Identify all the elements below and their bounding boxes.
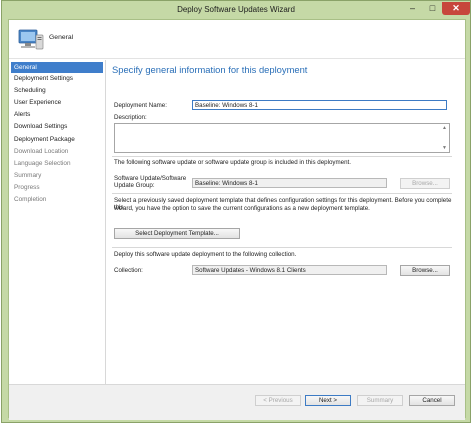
maximize-button[interactable]: □ bbox=[423, 2, 442, 15]
divider bbox=[112, 156, 452, 157]
window-title: Deploy Software Updates Wizard bbox=[177, 5, 295, 14]
update-group-label-line1: Software Update/Software bbox=[114, 175, 187, 182]
wizard-client-area: General General Deployment Settings Sche… bbox=[8, 19, 466, 420]
divider bbox=[112, 193, 452, 194]
next-button[interactable]: Next > bbox=[305, 395, 351, 406]
summary-button: Summary bbox=[357, 395, 403, 406]
nav-item-alerts[interactable]: Alerts bbox=[11, 109, 103, 120]
nav-item-deployment-settings[interactable]: Deployment Settings bbox=[11, 73, 103, 84]
minimize-button[interactable]: – bbox=[402, 2, 423, 15]
wizard-window: Deploy Software Updates Wizard – □ ✕ Gen… bbox=[1, 0, 471, 423]
template-info-line2: wizard, you have the option to save the … bbox=[114, 205, 370, 212]
cancel-button[interactable]: Cancel bbox=[409, 395, 455, 406]
scroll-up-arrow-icon[interactable]: ▲ bbox=[442, 125, 447, 131]
wizard-navigation: General Deployment Settings Scheduling U… bbox=[9, 60, 105, 416]
nav-item-summary: Summary bbox=[14, 172, 42, 179]
nav-item-progress: Progress bbox=[14, 184, 40, 191]
divider bbox=[112, 247, 452, 248]
nav-item-general[interactable]: General bbox=[11, 62, 103, 73]
nav-item-deployment-package[interactable]: Deployment Package bbox=[11, 134, 103, 145]
nav-item-download-location: Download Location bbox=[14, 148, 69, 155]
update-group-label-line2: Update Group: bbox=[114, 182, 155, 189]
collection-field: Software Updates - Windows 8.1 Clients bbox=[192, 265, 387, 275]
description-textarea[interactable]: ▲ ▼ bbox=[114, 123, 450, 153]
collection-label: Collection: bbox=[114, 267, 143, 274]
update-group-field: Baseline: Windows 8-1 bbox=[192, 178, 387, 188]
nav-item-scheduling[interactable]: Scheduling bbox=[11, 85, 103, 96]
nav-item-download-settings[interactable]: Download Settings bbox=[11, 121, 103, 132]
nav-item-user-experience[interactable]: User Experience bbox=[11, 97, 103, 108]
collection-info: Deploy this software update deployment t… bbox=[114, 251, 297, 258]
previous-button: < Previous bbox=[255, 395, 301, 406]
wizard-page: Specify general information for this dep… bbox=[105, 60, 456, 416]
nav-item-language-selection: Language Selection bbox=[14, 160, 71, 167]
title-bar[interactable]: Deploy Software Updates Wizard – □ ✕ bbox=[2, 1, 470, 19]
select-deployment-template-button[interactable]: Select Deployment Template... bbox=[114, 228, 240, 239]
update-group-info: The following software update or softwar… bbox=[114, 159, 351, 166]
close-button[interactable]: ✕ bbox=[442, 2, 470, 15]
banner-title: General bbox=[49, 34, 74, 41]
scroll-down-arrow-icon[interactable]: ▼ bbox=[442, 145, 447, 151]
deployment-name-input[interactable]: Baseline: Windows 8-1 bbox=[192, 100, 447, 110]
description-label: Description: bbox=[114, 114, 147, 121]
wizard-banner: General bbox=[9, 20, 465, 59]
computer-icon bbox=[18, 29, 44, 50]
update-group-browse-button: Browse... bbox=[400, 178, 450, 189]
collection-browse-button[interactable]: Browse... bbox=[400, 265, 450, 276]
wizard-footer: < Previous Next > Summary Cancel bbox=[9, 384, 465, 420]
deployment-name-label: Deployment Name: bbox=[114, 102, 167, 109]
nav-item-completion: Completion bbox=[14, 196, 47, 203]
page-heading: Specify general information for this dep… bbox=[112, 64, 308, 75]
